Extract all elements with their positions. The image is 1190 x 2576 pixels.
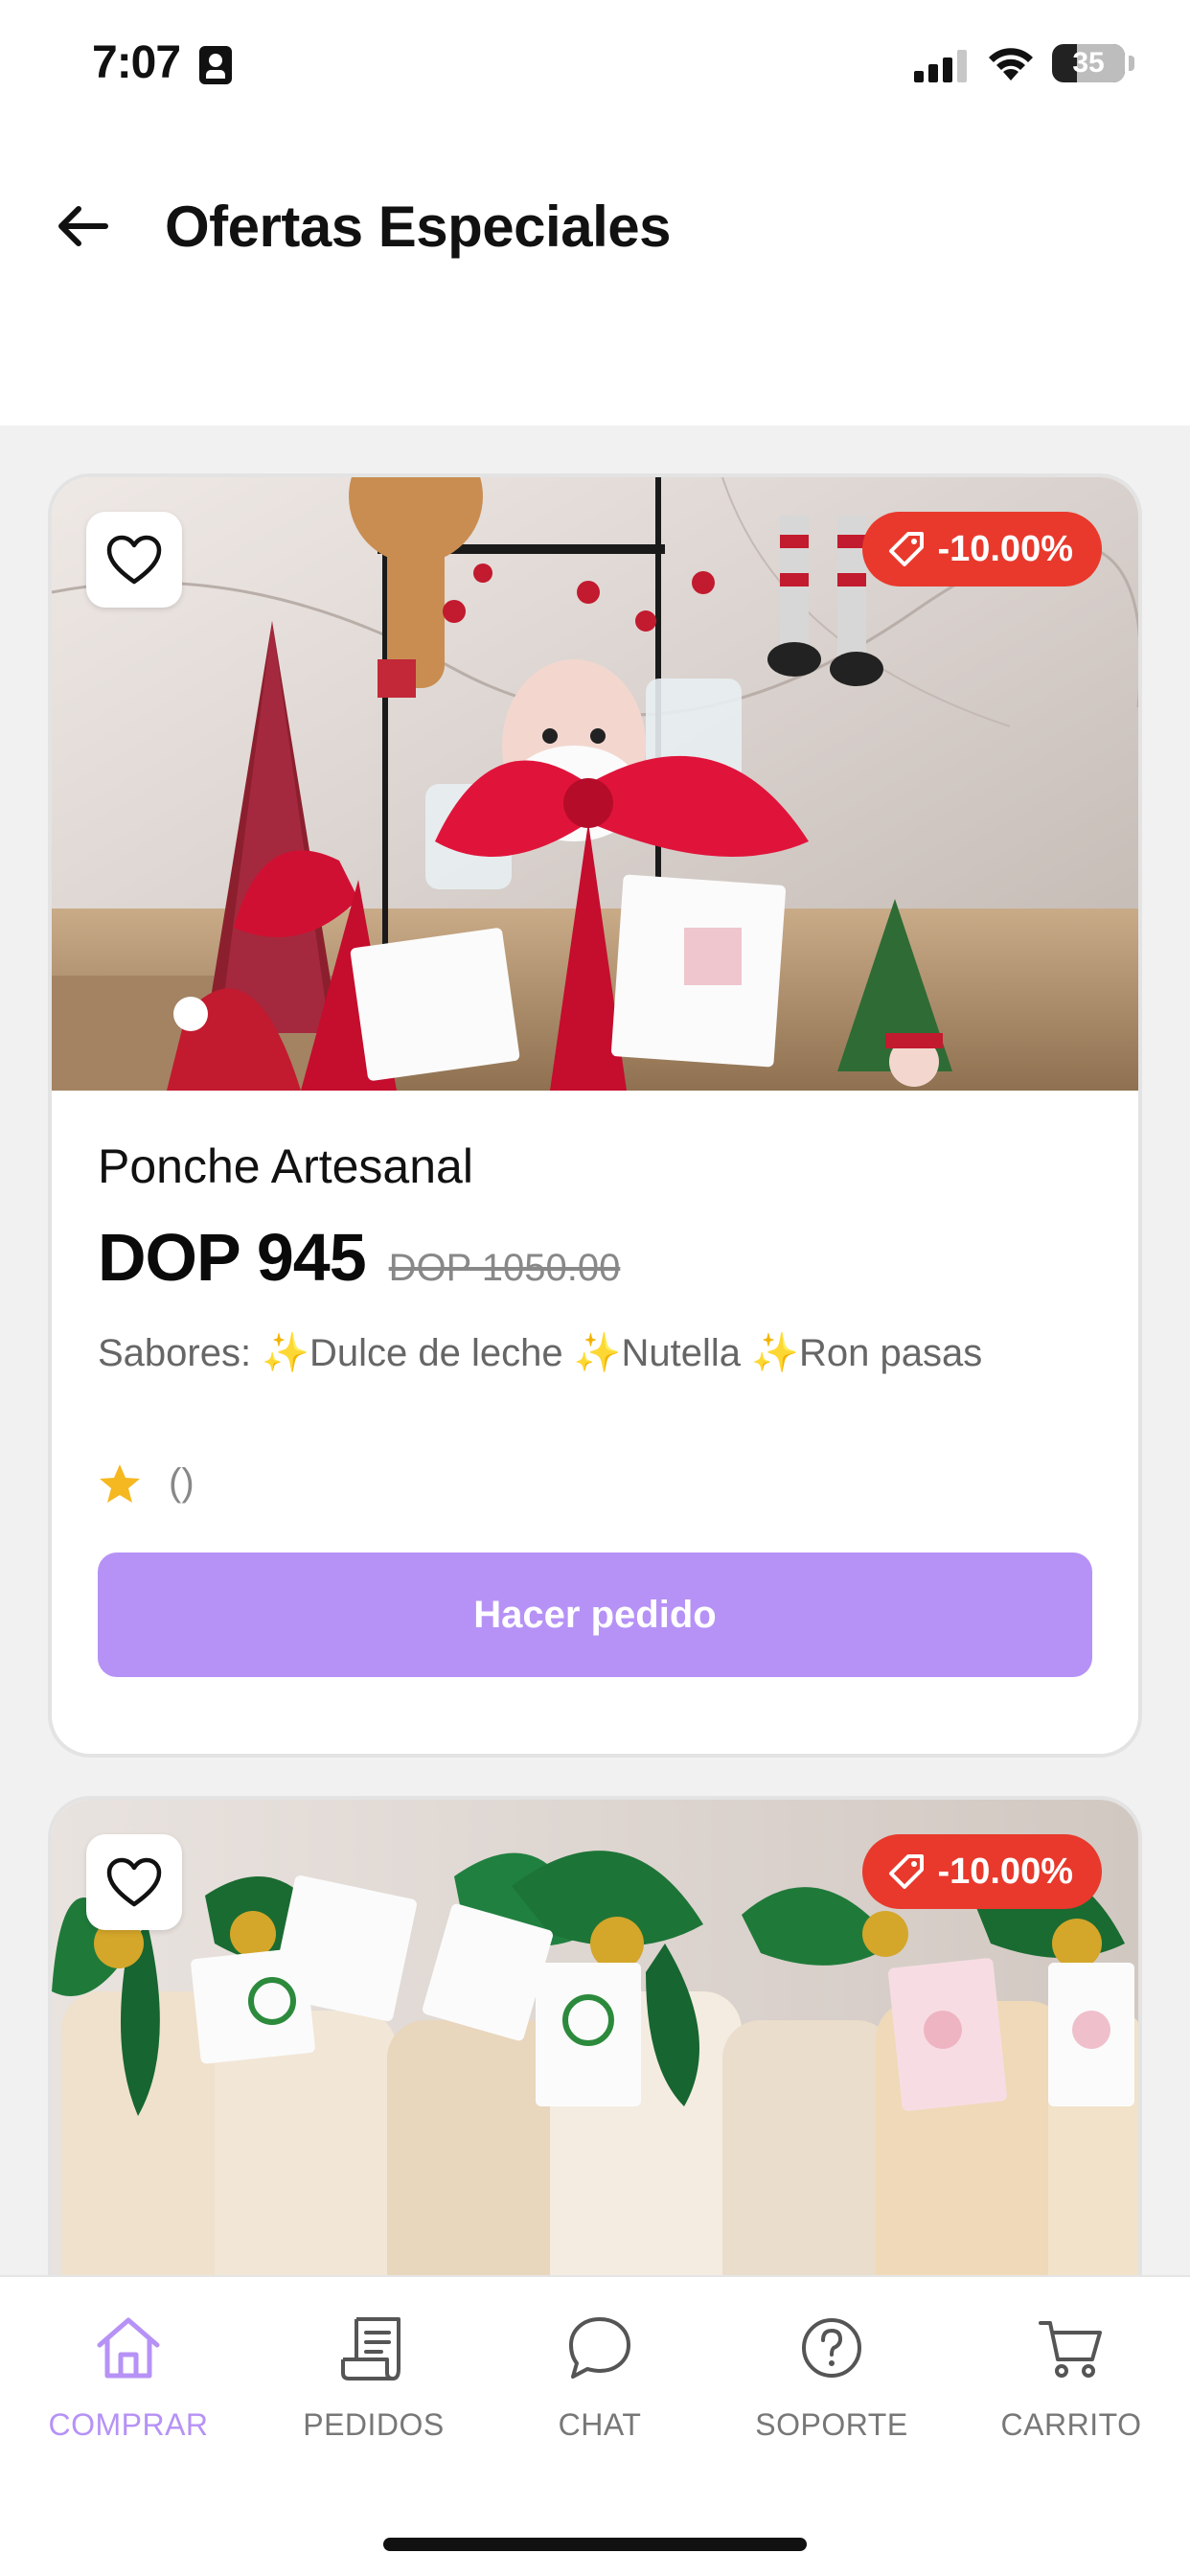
heart-icon	[106, 1857, 162, 1907]
product-price: DOP 945	[98, 1220, 367, 1295]
back-button[interactable]	[48, 192, 117, 261]
status-time: 7:07	[92, 37, 181, 88]
home-indicator[interactable]	[383, 2538, 807, 2551]
product-rating: ()	[98, 1461, 1092, 1505]
receipt-icon	[335, 2310, 412, 2386]
battery-level: 35	[1072, 47, 1105, 79]
place-order-button[interactable]: Hacer pedido	[98, 1552, 1092, 1677]
bottom-nav: COMPRAR PEDIDOS CHAT SOPORTE CARRITO	[0, 2275, 1190, 2576]
product-details: Ponche Artesanal DOP 945 DOP 1050.00 Sab…	[52, 1091, 1138, 1677]
favorite-button[interactable]	[86, 512, 182, 608]
battery-icon: 35	[1052, 44, 1125, 82]
product-name: Ponche Artesanal	[98, 1139, 473, 1193]
help-circle-icon	[793, 2310, 870, 2386]
nav-pedidos[interactable]: PEDIDOS	[268, 2310, 479, 2443]
price-row: DOP 945 DOP 1050.00	[98, 1219, 1092, 1296]
nav-chat[interactable]: CHAT	[494, 2310, 705, 2443]
discount-badge: -10.00%	[862, 1834, 1102, 1909]
nav-comprar[interactable]: COMPRAR	[23, 2310, 234, 2443]
nav-label: COMPRAR	[48, 2407, 209, 2442]
arrow-left-icon	[58, 206, 108, 246]
star-icon	[100, 1463, 140, 1503]
discount-badge: -10.00%	[862, 512, 1102, 586]
product-card[interactable]: -10.00%	[48, 1796, 1142, 2275]
nav-label: PEDIDOS	[303, 2407, 445, 2442]
favorite-button[interactable]	[86, 1834, 182, 1930]
status-bar: 7:07 35	[0, 0, 1190, 134]
wifi-icon	[989, 48, 1033, 80]
price-tag-icon	[889, 532, 925, 566]
nav-soporte[interactable]: SOPORTE	[726, 2310, 937, 2443]
product-description: Sabores: ✨Dulce de leche ✨Nutella ✨Ron p…	[98, 1332, 983, 1374]
page-title: Ofertas Especiales	[165, 195, 671, 259]
product-card[interactable]: -10.00% Ponche Artesanal DOP 945 DOP 105…	[48, 473, 1142, 1758]
heart-icon	[106, 535, 162, 585]
cellular-signal-icon	[914, 50, 967, 82]
discount-text: -10.00%	[937, 528, 1073, 569]
chat-bubble-icon	[561, 2310, 638, 2386]
contact-card-icon	[199, 46, 232, 84]
offers-list[interactable]: -10.00% Ponche Artesanal DOP 945 DOP 105…	[0, 426, 1190, 2275]
cart-icon	[1033, 2310, 1110, 2386]
header: Ofertas Especiales	[0, 134, 1190, 426]
nav-label: CARRITO	[1000, 2407, 1142, 2442]
price-tag-icon	[889, 1854, 925, 1889]
product-image[interactable]: -10.00%	[52, 477, 1138, 1091]
discount-text: -10.00%	[937, 1851, 1073, 1892]
nav-label: SOPORTE	[755, 2407, 908, 2442]
original-price: DOP 1050.00	[388, 1247, 621, 1289]
product-image[interactable]: -10.00%	[52, 1800, 1138, 2275]
nav-label: CHAT	[558, 2407, 642, 2442]
rating-count: ()	[169, 1461, 195, 1504]
home-icon	[90, 2310, 167, 2386]
nav-carrito[interactable]: CARRITO	[966, 2310, 1177, 2443]
